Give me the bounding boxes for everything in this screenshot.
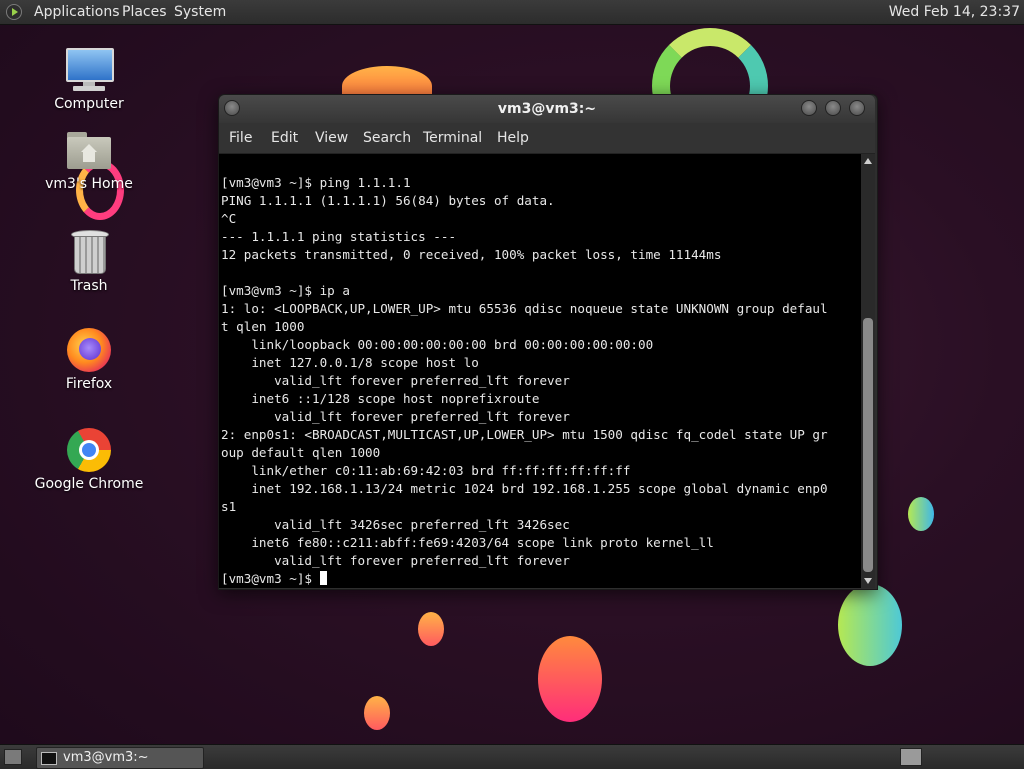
taskbar-label: vm3@vm3:~ <box>63 750 149 765</box>
wallpaper-blob <box>364 696 390 730</box>
terminal-line: link/loopback 00:00:00:00:00:00 brd 00:0… <box>251 337 654 352</box>
wallpaper-blob <box>908 497 934 531</box>
terminal-line: 2: enp0s1: <BROADCAST,MULTICAST,UP,LOWER… <box>221 427 828 442</box>
terminal-line: valid_lft forever preferred_lft forever <box>274 409 570 424</box>
terminal-line: valid_lft forever preferred_lft forever <box>274 373 570 388</box>
scrollbar-thumb[interactable] <box>863 318 873 572</box>
menu-terminal[interactable]: Terminal <box>423 123 482 153</box>
computer-icon <box>65 46 114 94</box>
trash-icon <box>69 228 109 276</box>
terminal-line: s1 <box>221 499 237 514</box>
terminal-line: PING 1.1.1.1 (1.1.1.1) 56(84) bytes of d… <box>221 193 555 208</box>
terminal-line: inet 127.0.0.1/8 scope host lo <box>251 355 479 370</box>
terminal-output[interactable]: [vm3@vm3 ~]$ ping 1.1.1.1 PING 1.1.1.1 (… <box>219 154 861 588</box>
terminal-line: inet6 fe80::c211:abff:fe69:4203/64 scope… <box>251 535 714 550</box>
top-panel: Applications Places System Wed Feb 14, 2… <box>0 0 1024 25</box>
window-title: vm3@vm3:~ <box>497 101 597 117</box>
scroll-down-icon[interactable] <box>864 578 872 584</box>
menu-help[interactable]: Help <box>497 123 529 153</box>
close-icon[interactable] <box>849 100 865 116</box>
menu-system[interactable]: System <box>174 0 226 24</box>
workspace-switcher[interactable] <box>900 748 922 766</box>
menu-applications[interactable]: Applications <box>34 0 120 24</box>
terminal-line: ^C <box>221 211 237 226</box>
desktop-icon-computer[interactable]: Computer <box>34 46 144 112</box>
wallpaper-blob <box>838 584 902 666</box>
terminal-line: valid_lft 3426sec preferred_lft 3426sec <box>274 517 570 532</box>
desktop-icon-label: Google Chrome <box>34 476 144 492</box>
menu-places[interactable]: Places <box>122 0 167 24</box>
desktop-icon-label: Computer <box>54 96 124 112</box>
wallpaper-blob <box>418 612 444 646</box>
firefox-icon <box>65 326 113 374</box>
scroll-up-icon[interactable] <box>864 158 872 164</box>
terminal-menubar: File Edit View Search Terminal Help <box>219 123 875 154</box>
maximize-icon[interactable] <box>825 100 841 116</box>
taskbar-button-terminal[interactable]: vm3@vm3:~ <box>36 747 204 769</box>
minimize-icon[interactable] <box>801 100 817 116</box>
terminal-line: [vm3@vm3 ~]$ ip a <box>221 283 350 298</box>
desktop-icon-label: vm3's Home <box>45 176 133 192</box>
clock[interactable]: Wed Feb 14, 23:37 <box>889 0 1020 24</box>
terminal-line: valid_lft forever preferred_lft forever <box>274 553 570 568</box>
terminal-scrollbar[interactable] <box>861 154 875 588</box>
show-desktop-icon[interactable] <box>4 749 22 765</box>
terminal-line: inet 192.168.1.13/24 metric 1024 brd 192… <box>251 481 828 496</box>
chrome-icon <box>65 426 113 474</box>
terminal-line: t qlen 1000 <box>221 319 305 334</box>
home-folder-icon <box>65 128 113 174</box>
desktop-icon-chrome[interactable]: Google Chrome <box>34 426 144 492</box>
terminal-line: 12 packets transmitted, 0 received, 100%… <box>221 247 722 262</box>
terminal-lines: [vm3@vm3 ~]$ ping 1.1.1.1 PING 1.1.1.1 (… <box>221 175 828 568</box>
terminal-line: [vm3@vm3 ~]$ ping 1.1.1.1 <box>221 175 411 190</box>
desktop-icon-firefox[interactable]: Firefox <box>34 326 144 392</box>
menu-view[interactable]: View <box>315 123 348 153</box>
menu-edit[interactable]: Edit <box>271 123 298 153</box>
terminal-window: vm3@vm3:~ File Edit View Search Terminal… <box>218 94 878 590</box>
text-cursor <box>319 571 327 585</box>
bottom-panel: vm3@vm3:~ <box>0 744 1024 769</box>
terminal-prompt: [vm3@vm3 ~]$ <box>221 571 320 586</box>
terminal-line: link/ether c0:11:ab:69:42:03 brd ff:ff:f… <box>251 463 631 478</box>
terminal-line: inet6 ::1/128 scope host noprefixroute <box>251 391 540 406</box>
distro-logo-icon[interactable] <box>6 4 22 20</box>
terminal-line: --- 1.1.1.1 ping statistics --- <box>221 229 457 244</box>
desktop-icon-label: Firefox <box>65 376 113 392</box>
terminal-line: oup default qlen 1000 <box>221 445 381 460</box>
menu-file[interactable]: File <box>229 123 252 153</box>
terminal-line: 1: lo: <LOOPBACK,UP,LOWER_UP> mtu 65536 … <box>221 301 828 316</box>
desktop-icon-home[interactable]: vm3's Home <box>34 128 144 192</box>
terminal-icon <box>41 752 57 765</box>
desktop-icon-trash[interactable]: Trash <box>34 228 144 294</box>
wallpaper-blob <box>538 636 602 722</box>
window-titlebar[interactable]: vm3@vm3:~ <box>219 95 875 123</box>
menu-search[interactable]: Search <box>363 123 411 153</box>
terminal-text: [vm3@vm3 ~]$ ping 1.1.1.1 PING 1.1.1.1 (… <box>221 174 828 588</box>
desktop-icon-label: Trash <box>70 278 108 294</box>
